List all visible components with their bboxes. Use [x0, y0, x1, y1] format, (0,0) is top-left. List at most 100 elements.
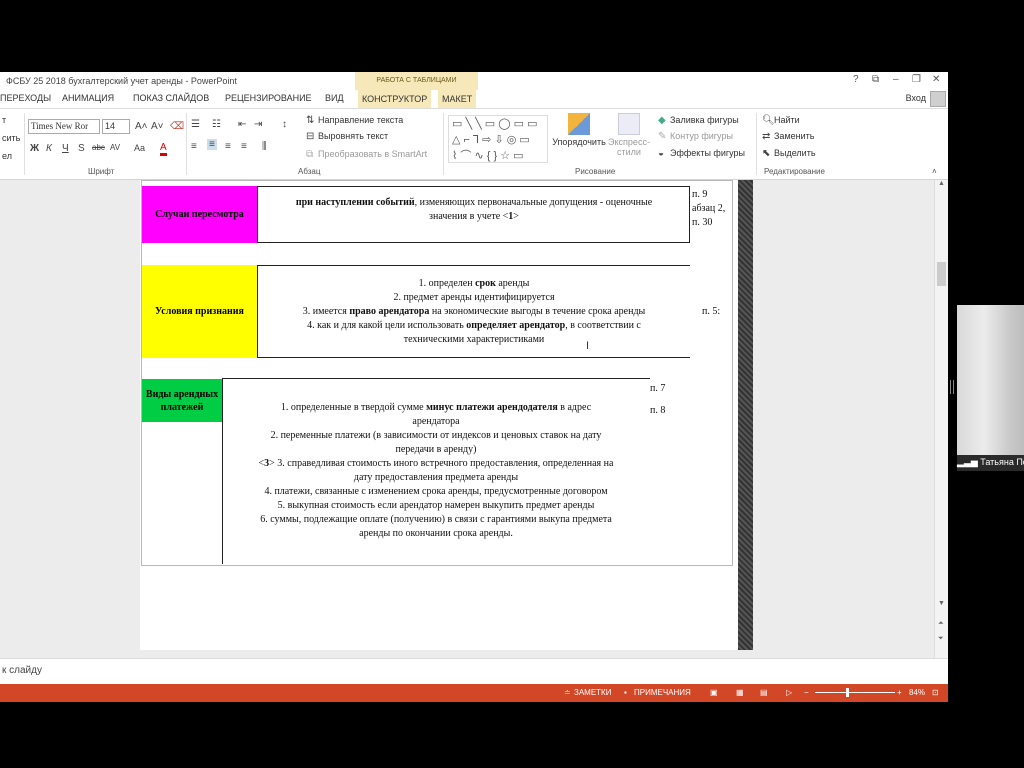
shadow-icon[interactable]: S [78, 143, 85, 154]
font-name-select[interactable]: Times New Ror [28, 119, 100, 134]
tab-layout[interactable]: МАКЕТ [438, 90, 477, 108]
font-group-label: Шрифт [88, 167, 115, 176]
ribbon-display-icon[interactable]: ⧉ [872, 74, 879, 85]
webcam-video [957, 305, 1024, 455]
clipboard-cut[interactable]: т [2, 115, 6, 125]
underline-icon[interactable]: Ч [62, 143, 69, 154]
notes-placeholder[interactable]: к слайду [2, 665, 42, 676]
columns-icon[interactable]: ⫼ [262, 141, 267, 152]
smartart-button[interactable]: Преобразовать в SmartArt [318, 149, 427, 159]
bullets-icon[interactable]: ☰ [191, 119, 200, 130]
notes-icon[interactable]: ≐ [564, 688, 571, 697]
shape-fill-icon[interactable]: ◆ [658, 115, 666, 126]
participant-name: ▂▃▅ Татьяна По [957, 457, 1024, 468]
avatar[interactable] [930, 91, 946, 107]
font-color-icon[interactable]: A [160, 143, 167, 156]
scroll-down-icon[interactable]: ▼ [938, 600, 945, 607]
text-direction-icon[interactable]: ⇅ [306, 115, 314, 126]
change-case-icon[interactable]: Aa [134, 143, 145, 153]
normal-view-icon[interactable]: ▣ [710, 688, 718, 697]
panel-resize-handle[interactable] [950, 380, 954, 394]
shape-effects-icon[interactable]: ◒ [658, 148, 664, 159]
align-left-icon[interactable]: ≡ [191, 141, 197, 152]
zoom-slider[interactable] [815, 692, 895, 693]
replace-button[interactable]: Заменить [774, 131, 814, 141]
zoom-level[interactable]: 84% [909, 688, 925, 697]
webcam-tile: ▂▃▅ Татьяна По [957, 305, 1024, 471]
slide-sorter-icon[interactable]: ▦ [736, 688, 744, 697]
powerpoint-window: ФСБУ 25 2018 бухгалтерский учет аренды -… [0, 72, 948, 702]
tab-view[interactable]: ВИД [325, 93, 344, 103]
comments-icon[interactable]: ▪ [624, 688, 627, 697]
italic-icon[interactable]: К [46, 143, 52, 154]
drawing-group-label: Рисование [575, 167, 616, 176]
sign-in-link[interactable]: Вход [906, 93, 926, 103]
zoom-in-icon[interactable]: + [897, 688, 902, 697]
tab-design[interactable]: КОНСТРУКТОР [358, 90, 432, 108]
shape-outline-button[interactable]: Контур фигуры [670, 131, 733, 141]
slideshow-icon[interactable]: ▷ [786, 688, 792, 697]
text-direction-button[interactable]: Направление текста [318, 115, 403, 125]
express-styles-label: Экспресс-стили [608, 137, 650, 157]
comments-button[interactable]: ПРИМЕЧАНИЯ [634, 688, 691, 697]
decrease-indent-icon[interactable]: ⇤ [238, 119, 246, 130]
grow-font-icon[interactable]: A˄ [135, 121, 148, 132]
slide-canvas[interactable]: Случаи пересмотра при наступлении событи… [140, 180, 738, 650]
find-button[interactable]: Найти [774, 115, 800, 125]
minimize-icon[interactable]: – [893, 74, 899, 85]
select-icon[interactable]: ⬉ [762, 148, 770, 159]
arrange-label: Упорядочить [552, 137, 606, 147]
notes-button[interactable]: ЗАМЕТКИ [574, 688, 611, 697]
numbering-icon[interactable]: ☷ [212, 119, 221, 130]
collapse-ribbon-icon[interactable]: ˄ [932, 167, 937, 176]
strikethrough-icon[interactable]: abc [92, 143, 105, 152]
shape-effects-button[interactable]: Эффекты фигуры [670, 148, 745, 158]
divider [756, 113, 757, 175]
clipboard-copy[interactable]: сить [2, 133, 20, 143]
align-text-button[interactable]: Выровнять текст [318, 131, 388, 141]
line-spacing-icon[interactable]: ↕ [282, 119, 287, 130]
find-icon[interactable]: 🔍︎ [762, 115, 775, 126]
zoom-out-icon[interactable]: − [804, 688, 809, 697]
shapes-gallery[interactable]: ▭ ╲ ╲ ▭ ◯ ▭ ▭ △ ⌐ ⅂ ⇨ ⇩ ◎ ▭ ⌇ ⌒ ∿ { } ☆ ▭ [448, 115, 548, 163]
bold-icon[interactable]: Ж [30, 143, 39, 154]
maximize-icon[interactable]: ❐ [912, 74, 921, 85]
replace-icon[interactable]: ⇄ [762, 131, 770, 142]
spacing-icon[interactable]: AV [110, 143, 120, 152]
justify-icon[interactable]: ≡ [241, 141, 247, 152]
prev-slide-icon[interactable]: ⏶ [938, 620, 944, 628]
notes-pane[interactable]: к слайду [0, 658, 948, 684]
tab-slideshow[interactable]: ПОКАЗ СЛАЙДОВ [133, 93, 209, 103]
express-styles-button[interactable]: Экспресс-стили [608, 113, 650, 157]
align-center-icon[interactable]: ≡ [207, 139, 217, 150]
reading-view-icon[interactable]: ▤ [760, 688, 768, 697]
scroll-up-icon[interactable]: ▲ [938, 180, 945, 187]
divider [186, 113, 187, 175]
shrink-font-icon[interactable]: A˅ [151, 121, 164, 132]
zoom-slider-handle[interactable] [846, 688, 849, 697]
express-styles-icon [618, 113, 640, 135]
smartart-icon[interactable]: ⧉ [306, 149, 313, 160]
ribbon-tabs: ПЕРЕХОДЫ АНИМАЦИЯ ПОКАЗ СЛАЙДОВ РЕЦЕНЗИР… [0, 90, 948, 108]
clear-format-icon[interactable]: ⌫ [170, 121, 184, 132]
vertical-scrollbar[interactable]: ▲ ▼ ⏶ ⏷ [934, 180, 948, 658]
select-button[interactable]: Выделить [774, 148, 816, 158]
align-text-icon[interactable]: ⊟ [306, 131, 314, 142]
increase-indent-icon[interactable]: ⇥ [254, 119, 262, 130]
table-selection-frame[interactable] [141, 180, 733, 566]
close-icon[interactable]: ✕ [932, 74, 940, 85]
fit-slide-icon[interactable]: ⊡ [932, 688, 939, 697]
help-icon[interactable]: ? [853, 74, 859, 85]
clipboard-format[interactable]: ел [2, 151, 12, 161]
tab-transitions[interactable]: ПЕРЕХОДЫ [0, 93, 51, 103]
shape-outline-icon[interactable]: ✎ [658, 131, 666, 142]
shape-fill-button[interactable]: Заливка фигуры [670, 115, 739, 125]
tab-animation[interactable]: АНИМАЦИЯ [62, 93, 114, 103]
next-slide-icon[interactable]: ⏷ [938, 635, 944, 643]
arrange-button[interactable]: Упорядочить [550, 113, 608, 147]
video-overlay-strip [738, 180, 753, 650]
tab-review[interactable]: РЕЦЕНЗИРОВАНИЕ [225, 93, 312, 103]
scroll-thumb[interactable] [937, 262, 946, 286]
align-right-icon[interactable]: ≡ [225, 141, 231, 152]
font-size-select[interactable]: 14 [102, 119, 130, 134]
